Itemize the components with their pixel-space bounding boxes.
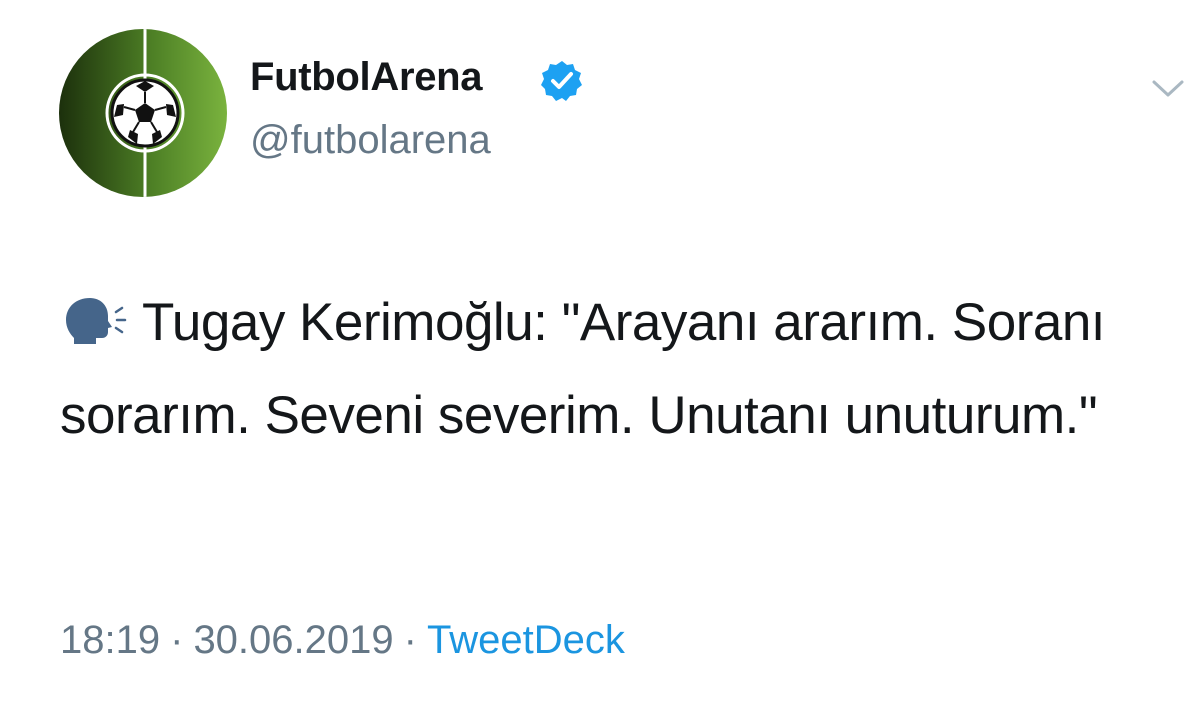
tweet-time[interactable]: 18:19 — [60, 618, 160, 662]
tweet-date[interactable]: 30.06.2019 — [193, 618, 393, 662]
author-handle[interactable]: @futbolarena — [250, 118, 491, 163]
soccer-ball-on-pitch-icon — [59, 29, 227, 197]
tweet-card: FutbolArena @futbolarena Tugay Kerimoğlu… — [0, 0, 1197, 707]
avatar[interactable] — [59, 29, 227, 197]
verified-badge-icon — [541, 61, 582, 101]
tweet-source-link[interactable]: TweetDeck — [427, 618, 625, 662]
meta-separator: · — [403, 618, 417, 662]
author-display-name[interactable]: FutbolArena — [250, 55, 483, 100]
chevron-down-icon[interactable] — [1150, 76, 1186, 100]
meta-separator: · — [170, 618, 184, 662]
tweet-text: Tugay Kerimoğlu: "Arayanı ararım. Soranı… — [60, 276, 1170, 462]
speaking-head-icon — [66, 298, 127, 344]
tweet-body: Tugay Kerimoğlu: "Arayanı ararım. Soranı… — [60, 293, 1106, 445]
tweet-meta: 18:19 · 30.06.2019 · TweetDeck — [60, 618, 625, 663]
